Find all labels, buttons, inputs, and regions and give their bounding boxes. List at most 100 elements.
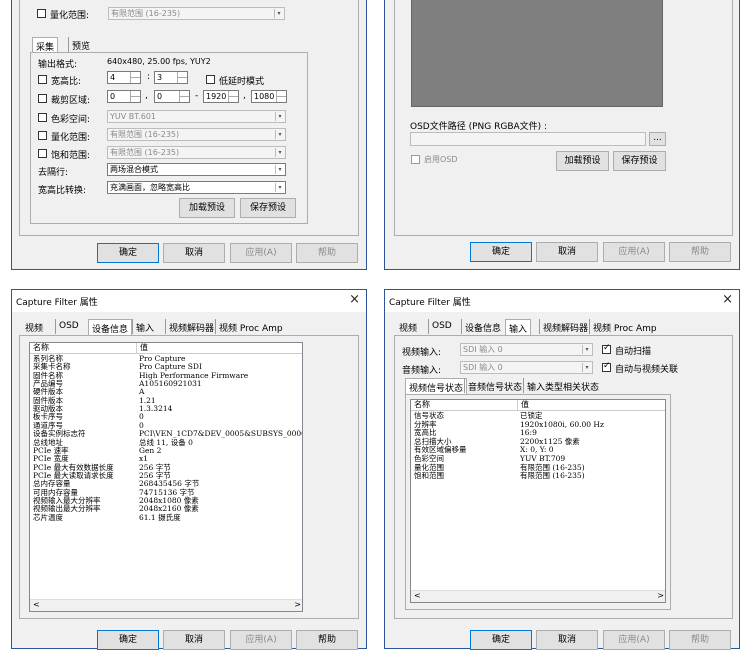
aspect-width-input[interactable]: 4 [107,71,141,84]
br-tab-video-decoder[interactable]: 视频解码器 [539,319,591,334]
list-item[interactable]: 芯片温度 61.1 摄氏度 [30,513,302,522]
auto-link-checkbox[interactable] [602,361,611,372]
tr-load-preset-button[interactable]: 加载预设 [556,151,609,171]
tl-quantize-select[interactable]: 有限范围 (16-235) ▾ [108,7,285,20]
saturation-select[interactable]: 有限范围 (16-235) ▾ [107,146,286,159]
list-item[interactable]: PCIe 宽度 x1 [30,455,302,463]
subtab-input-type[interactable]: 输入类型相关状态 [523,378,602,393]
br-tab-input[interactable]: 输入 [505,319,532,336]
colorspace-checkbox[interactable] [38,113,47,122]
bl-col-name-header[interactable]: 名称 [30,343,137,354]
list-item[interactable]: 色彩空间 YUV BT.709 [411,455,665,463]
bl-ok-button[interactable]: 确定 [97,630,159,650]
br-signal-list[interactable]: 名称 值 信号状态 已锁定 分辨率 1920x1080i, 60.00 Hz 宽高比 16… [410,399,666,603]
list-item[interactable]: 宽高比 16:9 [411,429,665,437]
tl-ok-button[interactable]: 确定 [97,243,159,263]
bl-tab-proc-amp[interactable]: 视频 Proc Amp [215,319,286,334]
br-help-button[interactable]: 帮助 [669,630,731,650]
auto-scan-checkbox[interactable] [602,343,611,354]
tl-save-preset-button[interactable]: 保存预设 [240,198,296,218]
bl-cancel-button[interactable]: 取消 [163,630,225,650]
tl-cancel-button[interactable]: 取消 [163,243,225,263]
scroll-left-icon[interactable]: < [33,600,40,609]
tr-cancel-button[interactable]: 取消 [536,242,598,262]
video-input-select[interactable]: SDI 输入 0 ▾ [460,343,593,356]
aspect-convert-select[interactable]: 充满画面，忽略宽高比 ▾ [107,181,286,194]
bl-tab-osd[interactable]: OSD [55,319,82,334]
br-ok-button[interactable]: 确定 [470,630,532,650]
list-item[interactable]: 硬件版本 A [30,388,302,396]
crop-width-input[interactable]: 1920 [203,90,239,103]
aspect-width-spinner[interactable] [130,72,140,83]
quantize2-select[interactable]: 有限范围 (16-235) ▾ [107,128,286,141]
crop-y-input[interactable]: 0 [154,90,190,103]
br-apply-button[interactable]: 应用(A) [603,630,665,650]
tab-preview[interactable]: 预览 [68,37,93,52]
bl-titlebar[interactable]: Capture Filter 属性 × [12,290,366,312]
tl-help-button[interactable]: 帮助 [296,243,358,263]
br-titlebar[interactable]: Capture Filter 属性 × [385,290,739,312]
close-icon[interactable]: × [349,292,360,307]
bl-tab-video-decoder[interactable]: 视频解码器 [165,319,217,334]
tr-apply-button[interactable]: 应用(A) [603,242,665,262]
tl-load-preset-button[interactable]: 加载预设 [179,198,235,218]
crop-x-spinner[interactable] [130,91,140,102]
crop-height-spinner[interactable] [276,91,286,102]
quantize2-checkbox[interactable] [38,131,47,140]
aspect-checkbox[interactable] [38,75,47,84]
crop-x-input[interactable]: 0 [107,90,141,103]
crop-checkbox[interactable] [38,94,47,103]
crop-height-input[interactable]: 1080 [251,90,287,103]
colorspace-select[interactable]: YUV BT.601 ▾ [107,110,286,123]
enable-osd-checkbox[interactable] [411,155,420,164]
list-item[interactable]: 设备实例标志符 PCI\VEN_1CD7&DEV_0005&SUBSYS_0000… [30,430,302,438]
scroll-right-icon[interactable]: > [657,591,664,600]
bl-help-button[interactable]: 帮助 [296,630,358,650]
scroll-left-icon[interactable]: < [414,591,421,600]
br-cancel-button[interactable]: 取消 [536,630,598,650]
aspect-height-input[interactable]: 3 [154,71,188,84]
br-col-value-header[interactable]: 值 [518,400,665,411]
subtab-video-signal[interactable]: 视频信号状态 [405,378,468,395]
deinterlace-select[interactable]: 两场混合模式 ▾ [107,163,286,176]
tl-quantize-checkbox[interactable] [37,9,46,18]
list-item[interactable]: 驱动版本 1.3.3214 [30,405,302,413]
bl-horizontal-scrollbar[interactable]: < > [30,599,302,611]
list-item[interactable]: 总线地址 总线 11, 设备 0 [30,438,302,447]
subtab-audio-signal[interactable]: 音频信号状态 [464,378,525,393]
close-icon[interactable]: × [722,292,733,307]
aspect-colon: : [147,72,151,82]
list-item[interactable]: 分辨率 1920x1080i, 60.00 Hz [411,420,665,429]
crop-width-spinner[interactable] [228,91,238,102]
tr-ok-button[interactable]: 确定 [470,242,532,262]
bl-tab-video[interactable]: 视频 [22,319,46,334]
br-tab-video[interactable]: 视频 [396,319,420,334]
br-tab-device-info[interactable]: 设备信息 [461,319,504,334]
aspect-height-spinner[interactable] [177,72,187,83]
bl-apply-button[interactable]: 应用(A) [230,630,292,650]
bl-col-value-header[interactable]: 值 [137,343,302,354]
list-item[interactable]: 产品编号 A105160921031 [30,380,302,388]
tr-save-preset-button[interactable]: 保存预设 [613,151,666,171]
list-item[interactable]: 板卡序号 0 [30,413,302,421]
osd-browse-button[interactable]: ... [649,132,666,146]
chevron-down-icon: ▾ [275,165,284,174]
list-item[interactable]: 信号状态 已锁定 [411,412,665,420]
br-tab-osd[interactable]: OSD [428,319,455,334]
saturation-checkbox[interactable] [38,149,47,158]
crop-y-spinner[interactable] [179,91,189,102]
br-col-name-header[interactable]: 名称 [411,400,518,411]
list-item[interactable]: PCIe 速率 Gen 2 [30,446,302,455]
low-latency-checkbox[interactable] [206,75,215,84]
br-tab-proc-amp[interactable]: 视频 Proc Amp [589,319,660,334]
bl-tab-input[interactable]: 输入 [132,319,157,334]
br-horizontal-scrollbar[interactable]: < > [411,590,665,602]
bl-tab-device-info[interactable]: 设备信息 [88,319,133,336]
list-item[interactable]: 饱和范围 有限范围 (16-235) [411,472,665,480]
bl-device-info-list[interactable]: 名称 值 系列名称 Pro Capture 采集卡名称 Pro Capture SDI… [29,342,303,612]
scroll-right-icon[interactable]: > [294,600,301,609]
tl-apply-button[interactable]: 应用(A) [230,243,292,263]
audio-input-select[interactable]: SDI 输入 0 ▾ [460,361,593,374]
osd-path-input[interactable] [410,132,646,146]
tr-help-button[interactable]: 帮助 [669,242,731,262]
